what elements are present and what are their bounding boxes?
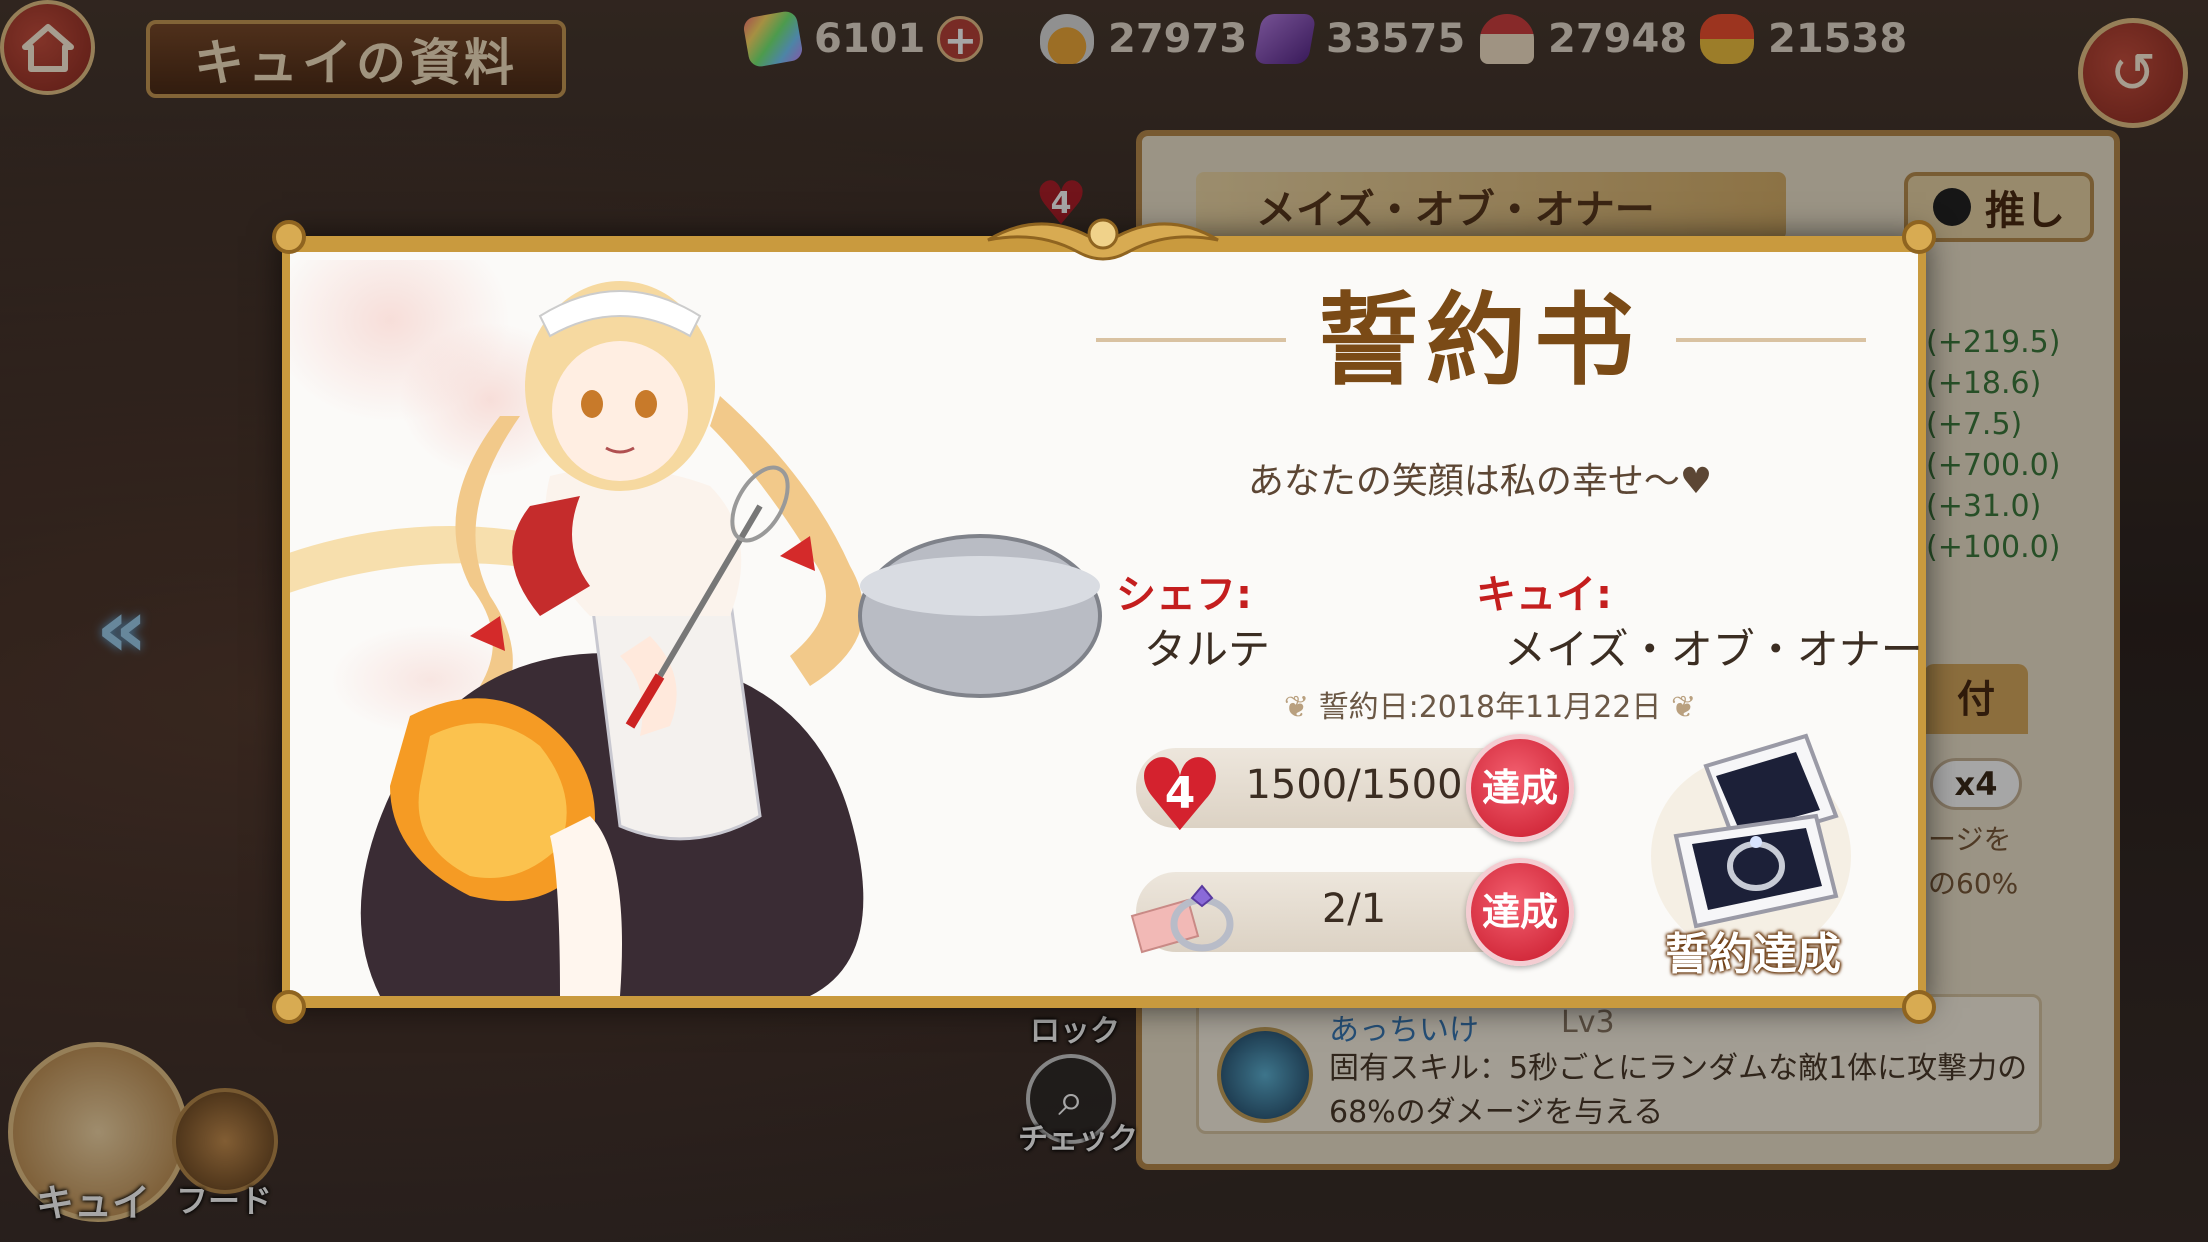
affection-progress: 1500/1500 <box>1245 762 1463 808</box>
oath-complete-label: 誓約達成 <box>1665 929 1841 980</box>
ring-achieved-badge: 達成 <box>1466 858 1574 966</box>
frame-corner-ornament <box>1902 990 1936 1024</box>
chef-name: タルテ <box>1144 625 1271 674</box>
oath-date-line: ❦ 誓約日:2018年11月22日 ❦ <box>1250 682 1730 726</box>
affection-achieved-badge: 達成 <box>1466 734 1574 842</box>
vow-message: あなたの笑顔は私の幸せ〜♥ <box>1247 461 1713 502</box>
cui-label: キュイ: <box>1476 572 1612 618</box>
chef-label: シェフ: <box>1116 572 1252 618</box>
character-illustration <box>290 256 1190 996</box>
frame-corner-ornament <box>272 220 306 254</box>
heart-ornament-icon: ❦ <box>1670 690 1697 725</box>
oath-title: 誓約书 <box>1318 281 1642 399</box>
ring-progress: 2/1 <box>1321 886 1387 932</box>
cui-name: メイズ・オブ・オナー <box>1504 625 1923 674</box>
oath-date: 誓約日:2018年11月22日 <box>1318 690 1662 725</box>
ring-box-icon <box>1651 733 1851 946</box>
frame-corner-ornament <box>1902 220 1936 254</box>
heart-ornament-icon: ❦ <box>1283 690 1319 725</box>
